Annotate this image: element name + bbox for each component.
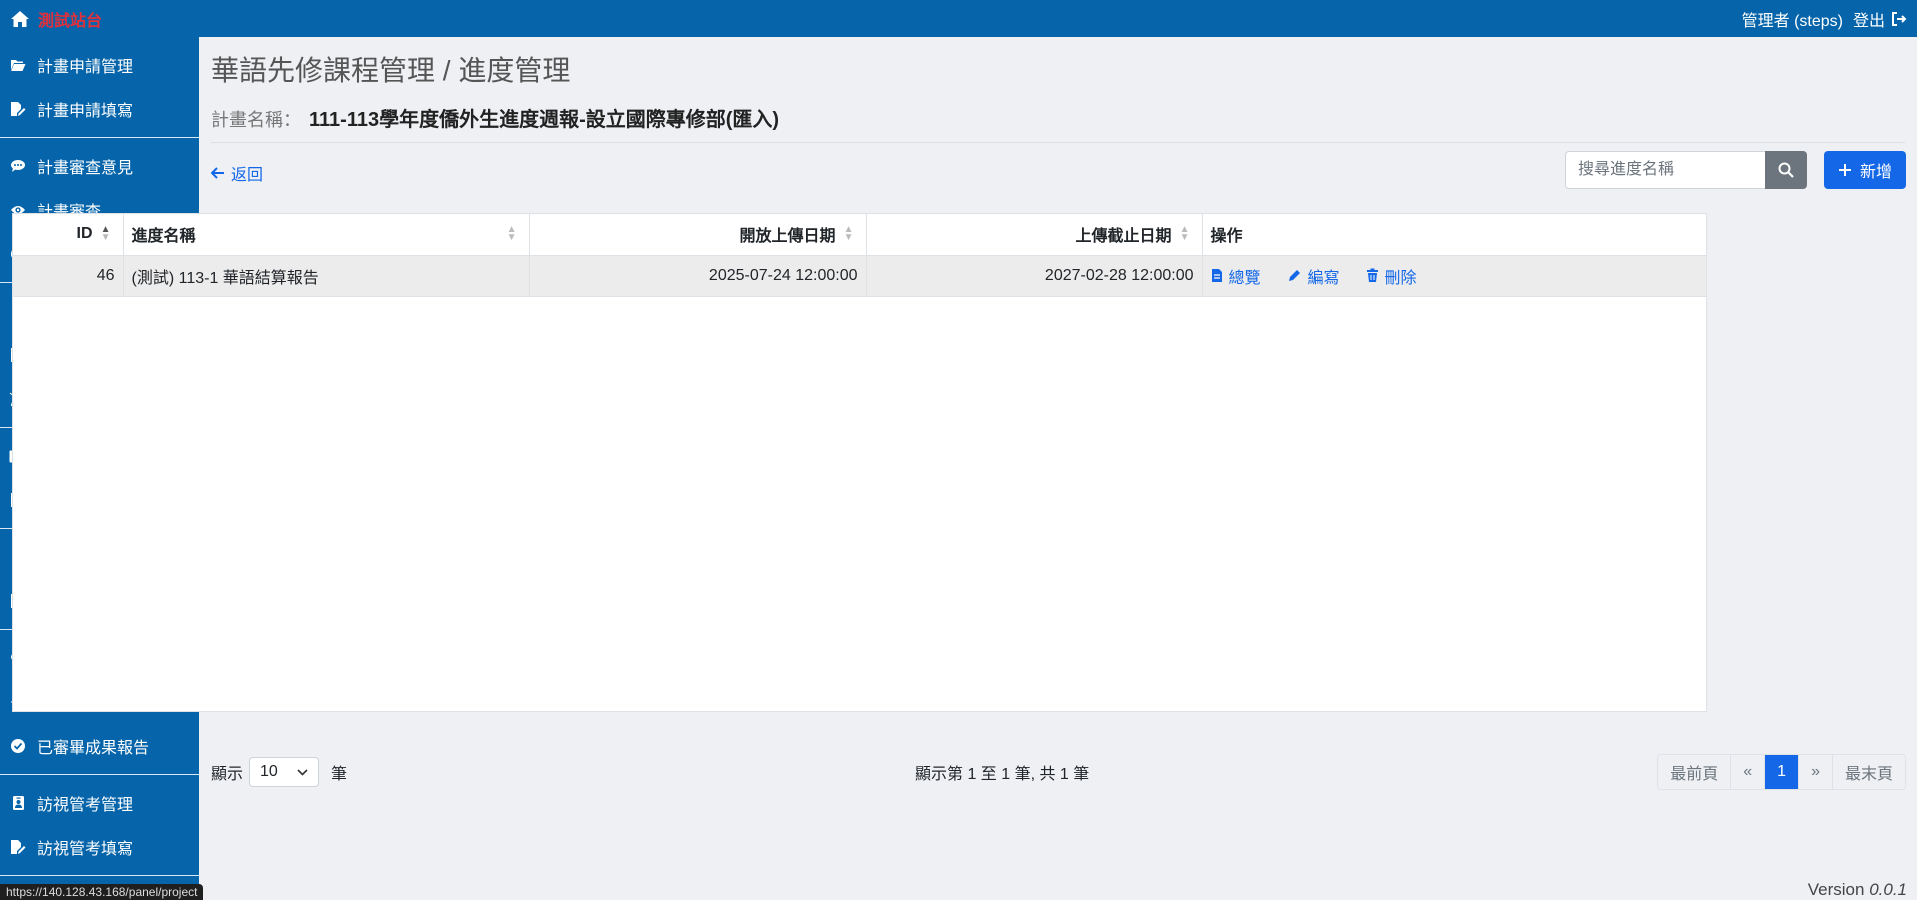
column-header-id[interactable]: ID ▲ ▼ [13, 214, 124, 256]
sidebar-item-label: 已審畢成果報告 [37, 740, 150, 757]
sidebar-item[interactable]: 計畫審查意見 [0, 144, 199, 188]
project-label: 計畫名稱： [211, 110, 301, 130]
pager-last[interactable]: 最末頁 [1832, 755, 1905, 789]
site-title[interactable]: 測試站台 [38, 7, 102, 31]
column-header-open-date[interactable]: 開放上傳日期 ▲ ▼ [529, 214, 867, 256]
search-group [1564, 151, 1807, 189]
chevron-down-icon [297, 768, 308, 776]
sort-icon: ▲ ▼ [506, 224, 517, 244]
sort-icon: ▲ ▼ [100, 224, 111, 244]
top-navbar: 測試站台 管理者 (steps) 登出 [0, 0, 1917, 37]
sidebar-item[interactable]: 訪視管考管理 [0, 781, 199, 825]
search-button[interactable] [1764, 151, 1807, 189]
column-header-actions: 操作 [1202, 214, 1706, 256]
column-header-label: 上傳截止日期 [1075, 228, 1172, 246]
current-user: 管理者 (steps) [1741, 12, 1843, 30]
page-length: 顯示 10 筆 [211, 757, 347, 787]
cell-name: (測試) 113-1 華語結算報告 [123, 255, 530, 297]
sidebar-item-label: 訪視管考填寫 [37, 841, 134, 858]
sidebar-item[interactable]: 已審畢成果報告 [0, 724, 199, 768]
progress-table: ID ▲▼ 進度名稱 ▲▼ 開放上傳日期 ▲▼ 上傳截止日期 ▲▼ 操作 [12, 213, 1707, 712]
logout-button[interactable]: 登出 [1853, 7, 1907, 31]
cell-open-date: 2025-07-24 12:00:00 [529, 255, 867, 297]
project-info: 計畫名稱： 111-113學年度僑外生進度週報-設立國際專修部(匯入) [211, 103, 1905, 143]
cell-id: 46 [13, 255, 124, 297]
delete-label: 刪除 [1384, 269, 1417, 287]
page-title: 華語先修課程管理 / 進度管理 [211, 55, 571, 86]
back-label: 返回 [231, 167, 264, 184]
table-header-row: ID ▲ ▼ 進度名稱 ▲ ▼ 開放上傳日期 ▲ ▼ 上傳截止日期 ▲ ▼ 操作 [13, 214, 1706, 256]
pager-next[interactable]: » [1799, 755, 1833, 789]
cell-actions: 總覽 編寫 刪除 [1202, 255, 1706, 297]
column-header-deadline[interactable]: 上傳截止日期 ▲ ▼ [866, 214, 1203, 256]
check-circle-icon [9, 737, 27, 755]
pagination: 最前頁 « 1 » 最末頁 [1657, 754, 1906, 790]
sort-icon: ▲ ▼ [1179, 224, 1190, 244]
app-version: Version 0.0.1 [1808, 880, 1907, 900]
page-size-select[interactable]: 10 [249, 757, 320, 787]
column-header-label: 操作 [1210, 228, 1243, 246]
file-edit-icon [9, 100, 27, 118]
sidebar-item-label: 計畫申請管理 [37, 59, 134, 76]
view-label: 總覽 [1228, 269, 1261, 287]
column-header-name[interactable]: 進度名稱 ▲ ▼ [123, 214, 530, 256]
sidebar-item-label: 訪視管考管理 [37, 797, 134, 814]
search-icon [1778, 162, 1794, 178]
sidebar-group: 計畫申請管理 計畫申請填寫 [0, 37, 199, 138]
trash-icon [1366, 268, 1378, 282]
folder-open-icon [9, 56, 27, 74]
page-size-value: 10 [260, 763, 278, 780]
link-status-bar: https://140.128.43.168/panel/project [0, 884, 204, 900]
edit-button[interactable]: 編寫 [1287, 264, 1340, 288]
sign-out-icon [1892, 11, 1907, 26]
add-label: 新增 [1859, 164, 1892, 181]
column-header-label: 開放上傳日期 [739, 228, 836, 246]
table-info: 顯示第 1 至 1 筆, 共 1 筆 [915, 766, 1090, 783]
pager-prev[interactable]: « [1731, 755, 1766, 789]
plus-icon [1838, 164, 1851, 176]
brand[interactable]: 測試站台 [10, 7, 102, 31]
file-edit-icon [9, 838, 27, 856]
back-link[interactable]: 返回 [211, 161, 263, 185]
table-footer: 顯示 10 筆 顯示第 1 至 1 筆, 共 1 筆 最前頁 « 1 » 最末頁 [211, 754, 1906, 790]
table-row: 46 (測試) 113-1 華語結算報告 2025-07-24 12:00:00… [13, 255, 1706, 297]
sidebar-group: 訪視管考管理 訪視管考填寫 [0, 775, 199, 876]
sidebar-item[interactable]: 訪視管考填寫 [0, 825, 199, 869]
pager-current[interactable]: 1 [1765, 755, 1800, 789]
edit-label: 編寫 [1307, 269, 1340, 287]
cell-deadline: 2027-02-28 12:00:00 [866, 255, 1203, 297]
toolbar: 新增 [1564, 151, 1906, 189]
project-name: 111-113學年度僑外生進度週報-設立國際專修部(匯入) [309, 109, 780, 131]
search-input[interactable] [1564, 151, 1765, 189]
version-label: Version [1807, 880, 1865, 899]
show-prefix: 顯示 [211, 766, 244, 783]
view-button[interactable]: 總覽 [1211, 264, 1261, 288]
file-icon [1211, 269, 1222, 282]
logout-label: 登出 [1852, 12, 1885, 30]
arrow-left-icon [211, 167, 224, 179]
column-header-label: ID [76, 225, 93, 243]
sort-icon: ▲ ▼ [843, 224, 854, 244]
id-badge-icon [9, 794, 27, 812]
pencil-icon [1288, 270, 1300, 281]
comment-icon [9, 157, 27, 175]
sidebar-item-label: 計畫申請填寫 [37, 103, 134, 120]
sidebar-item-label: 計畫審查意見 [37, 160, 134, 177]
column-header-label: 進度名稱 [131, 228, 196, 246]
show-suffix: 筆 [331, 766, 348, 783]
home-icon[interactable] [10, 10, 30, 28]
sidebar-item[interactable]: 計畫申請填寫 [0, 87, 199, 131]
delete-button[interactable]: 刪除 [1366, 264, 1417, 288]
add-button[interactable]: 新增 [1823, 151, 1906, 189]
sidebar-item[interactable]: 計畫申請管理 [0, 43, 199, 87]
version-number: 0.0.1 [1869, 880, 1907, 899]
pager-first[interactable]: 最前頁 [1658, 755, 1732, 789]
